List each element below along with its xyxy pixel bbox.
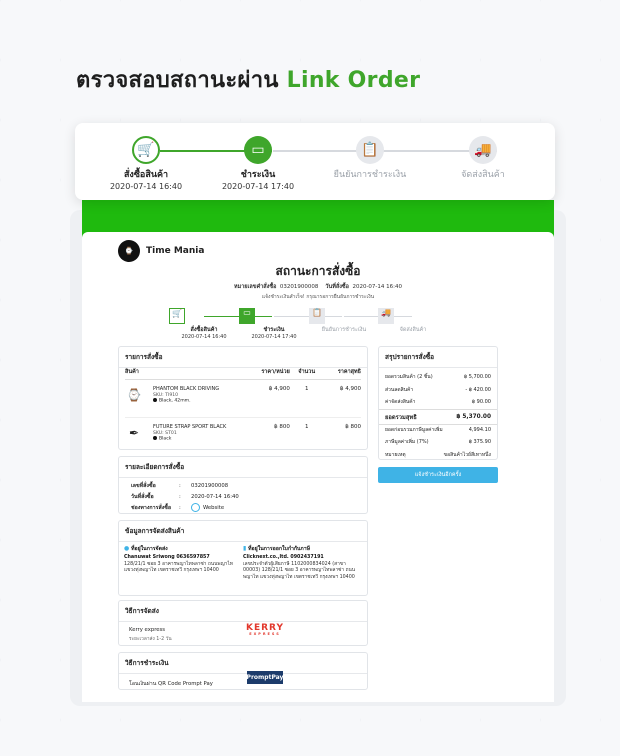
inner-step-payment: ▭ ชำระเงิน 2020-07-14 17:40 (239, 308, 309, 340)
order-meta: หมายเลขคำสั่งซื้อ 03201900008 วันที่สั่ง… (233, 284, 403, 290)
location-pin-icon: ● (124, 545, 130, 552)
shipping-method-title: วิธีการจัดส่ง (119, 601, 367, 622)
summary-row: ยอดก่อนรวมภาษีมูลค่าเพิ่ม 4,994.10 (379, 423, 497, 437)
summary-row: ค่าจัดส่งสินค้า฿ 90.00 (385, 399, 491, 406)
detail-row: ช่องทางการสั่งซื้อ: Website (131, 503, 225, 512)
card-icon: ▭ (239, 308, 255, 324)
kerry-logo: KERRY EXPRESS (246, 623, 285, 636)
step-label: สั่งซื้อสินค้า (123, 170, 169, 180)
truck-icon: 🚚 (469, 136, 497, 164)
cart-icon: 🛒 (132, 136, 160, 164)
shipping-info-title: ข้อมูลการจัดส่งสินค้า (119, 521, 367, 542)
strap-icon: ✒ (128, 426, 140, 440)
step-shipping: 🚚 จัดส่งสินค้า (428, 136, 538, 181)
notify-payment-again-button[interactable]: แจ้งชำระเงินอีกครั้ง (378, 467, 498, 483)
order-detail-box: รายละเอียดการสั่งซื้อ เลขที่สั่งซื้อ:032… (118, 456, 368, 514)
website-icon (191, 503, 200, 512)
order-summary-box: สรุปรายการสั่งซื้อ ยอดรวมสินค้า (2 ชิ้น)… (378, 346, 498, 460)
detail-row: วันที่สั่งซื้อ:2020-07-14 16:40 (131, 494, 239, 500)
payment-method-name: โอนเงินผ่าน QR Code Prompt Pay (129, 681, 213, 687)
step-label: ชำระเงิน (240, 170, 276, 180)
shop-logo: ⌚ (118, 240, 140, 262)
shop-header: ⌚ Time Mania (118, 240, 204, 262)
truck-icon: 🚚 (378, 308, 394, 324)
order-list-box: รายการสั่งซื้อ สินค้า ราคา/หน่วย จำนวน ร… (118, 346, 368, 450)
summary-row: หมายเหตุ ขอสินค้าไวย์สีเทาหนึ่ง (385, 451, 491, 458)
step-date: 2020-07-14 16:40 (109, 182, 183, 191)
status-note: แจ้งชำระเงินสำเร็จ! กรุณารอการยืนยันการช… (261, 294, 375, 300)
watch-icon: ⌚ (126, 388, 142, 402)
shipping-method-box: วิธีการจัดส่ง Kerry express ระยะเวลาส่ง … (118, 600, 368, 646)
step-payment: ▭ ชำระเงิน 2020-07-14 17:40 (203, 136, 313, 191)
order-detail-title: รายละเอียดการสั่งซื้อ (119, 457, 367, 478)
detail-row: เลขที่สั่งซื้อ:03201900008 (131, 483, 229, 489)
shipping-method-name: Kerry express (129, 627, 166, 633)
table-row[interactable]: ⌚ PHANTOM BLACK DRIVING SKU: TI910 Black… (125, 380, 361, 418)
step-date: 2020-07-14 17:40 (221, 182, 295, 191)
summary-row: ยอดรวมสินค้า (2 ชิ้น) ฿ 5,700.00 (385, 374, 491, 381)
payment-method-box: วิธีการชำระเงิน โอนเงินผ่าน QR Code Prom… (118, 652, 368, 690)
color-dot (153, 398, 157, 403)
status-title: สถานะการสั่งซื้อ (275, 264, 361, 278)
step-label: ยืนยันการชำระเงิน (333, 170, 407, 180)
step-order: 🛒 สั่งซื้อสินค้า 2020-07-14 16:40 (91, 136, 201, 191)
table-row[interactable]: ✒ FUTURE STRAP SPORT BLACK SKU: ST01 Bla… (125, 418, 361, 456)
summary-row: ภาษีมูลค่าเพิ่ม (7%) ฿ 375.90 (385, 439, 491, 446)
document-icon: ▮ (243, 545, 247, 552)
summary-net-total: ยอดรวมสุทธิ฿ 5,370.00 (379, 408, 497, 424)
shipping-eta: ระยะเวลาส่ง 1-2 วัน (129, 637, 172, 642)
inner-step-shipping: 🚚 จัดส่งสินค้า (378, 308, 448, 334)
shipping-address: ● ที่อยู่ในการจัดส่ง Chanuwat Sriwong 06… (124, 545, 233, 574)
promptpay-logo: PromptPay (247, 671, 283, 684)
order-table: สินค้า ราคา/หน่วย จำนวน ราคาสุทธิ ⌚ PHAN… (125, 365, 361, 456)
summary-title: สรุปรายการสั่งซื้อ (379, 347, 497, 368)
summary-row: ส่วนลดสินค้า - ฿ 420.00 (385, 386, 491, 393)
order-progress-card: 🛒 สั่งซื้อสินค้า 2020-07-14 16:40 ▭ ชำระ… (75, 123, 555, 200)
headline-accent: Link Order (286, 68, 421, 93)
shop-name: Time Mania (146, 246, 205, 256)
clipboard-icon: 📋 (309, 308, 325, 324)
inner-step-order: 🛒 สั่งซื้อสินค้า 2020-07-14 16:40 (169, 308, 239, 340)
step-confirm: 📋 ยืนยันการชำระเงิน (315, 136, 425, 181)
cart-icon: 🛒 (169, 308, 185, 324)
payment-method-title: วิธีการชำระเงิน (119, 653, 367, 674)
step-label: จัดส่งสินค้า (461, 170, 505, 180)
page-headline: ตรวจสอบสถานะผ่าน Link Order (76, 62, 420, 97)
card-icon: ▭ (244, 136, 272, 164)
table-header: สินค้า ราคา/หน่วย จำนวน ราคาสุทธิ (125, 365, 361, 380)
clipboard-icon: 📋 (356, 136, 384, 164)
tax-address: ▮ ที่อยู่ในการออกใบกำกับภาษี Clicknext.c… (243, 545, 356, 580)
headline-prefix: ตรวจสอบสถานะผ่าน (76, 68, 279, 93)
color-dot (153, 436, 157, 441)
inner-step-confirm: 📋 ยืนยันการชำระเงิน (309, 308, 379, 334)
